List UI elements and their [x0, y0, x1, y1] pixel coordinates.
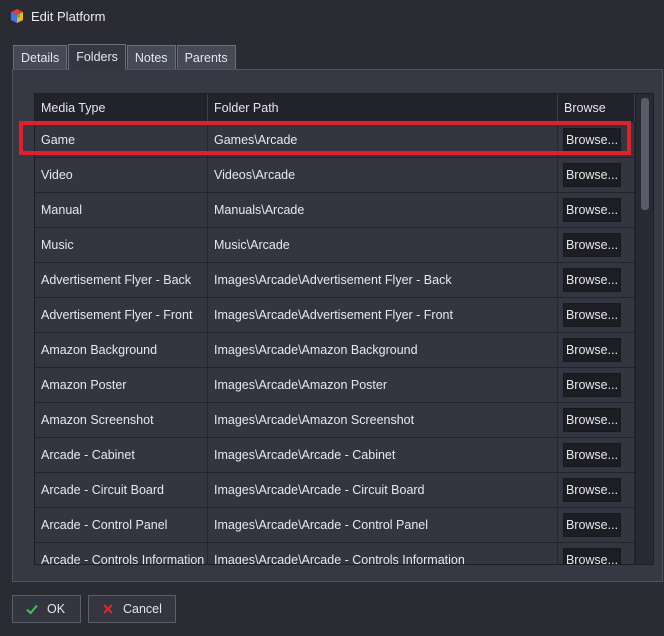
media-type-cell[interactable]: Manual [35, 193, 208, 227]
window-title: Edit Platform [31, 9, 106, 24]
media-type-cell[interactable]: Amazon Background [35, 333, 208, 367]
media-type-cell[interactable]: Amazon Poster [35, 368, 208, 402]
folder-path-cell[interactable]: Images\Arcade\Arcade - Cabinet [208, 438, 558, 472]
browse-button[interactable]: Browse... [563, 303, 621, 327]
table-row[interactable]: Arcade - Circuit Board Images\Arcade\Arca… [35, 473, 635, 508]
browse-button[interactable]: Browse... [563, 373, 621, 397]
folder-path-cell[interactable]: Games\Arcade [208, 123, 558, 157]
browse-cell: Browse... [558, 543, 635, 564]
launchbox-cube-icon [11, 9, 23, 23]
browse-button[interactable]: Browse... [563, 128, 621, 152]
tab-details[interactable]: Details [13, 45, 68, 70]
media-type-cell[interactable]: Music [35, 228, 208, 262]
media-type-cell[interactable]: Arcade - Controls Information [35, 543, 208, 564]
table-row[interactable]: Amazon Poster Images\Arcade\Amazon Poster… [35, 368, 635, 403]
table-row[interactable]: Music Music\Arcade Browse... [35, 228, 635, 263]
scrollbar-thumb[interactable] [641, 98, 649, 210]
tab-notes[interactable]: Notes [126, 45, 176, 70]
browse-cell: Browse... [558, 263, 635, 297]
media-type-cell[interactable]: Game [35, 123, 208, 157]
browse-button[interactable]: Browse... [563, 548, 621, 564]
table-row[interactable]: Amazon Screenshot Images\Arcade\Amazon Sc… [35, 403, 635, 438]
table-row[interactable]: Video Videos\Arcade Browse... [35, 158, 635, 193]
folder-path-cell[interactable]: Images\Arcade\Arcade - Control Panel [208, 508, 558, 542]
header-folder-path[interactable]: Folder Path [208, 94, 558, 122]
browse-button[interactable]: Browse... [563, 268, 621, 292]
browse-cell: Browse... [558, 508, 635, 542]
table-row[interactable]: Game Games\Arcade Browse... [35, 123, 635, 158]
folder-path-cell[interactable]: Images\Arcade\Amazon Poster [208, 368, 558, 402]
table-row[interactable]: Amazon Background Images\Arcade\Amazon Ba… [35, 333, 635, 368]
table-row[interactable]: Advertisement Flyer - Front Images\Arcade… [35, 298, 635, 333]
ok-label: OK [47, 602, 66, 616]
media-type-cell[interactable]: Arcade - Circuit Board [35, 473, 208, 507]
table-row[interactable]: Advertisement Flyer - Back Images\Arcade\… [35, 263, 635, 298]
browse-button[interactable]: Browse... [563, 408, 621, 432]
table-row[interactable]: Arcade - Cabinet Images\Arcade\Arcade - C… [35, 438, 635, 473]
browse-button[interactable]: Browse... [563, 478, 621, 502]
browse-cell: Browse... [558, 333, 635, 367]
table-row[interactable]: Arcade - Control Panel Images\Arcade\Arca… [35, 508, 635, 543]
browse-button[interactable]: Browse... [563, 513, 621, 537]
folder-path-cell[interactable]: Images\Arcade\Advertisement Flyer - Back [208, 263, 558, 297]
browse-cell: Browse... [558, 473, 635, 507]
media-type-cell[interactable]: Advertisement Flyer - Front [35, 298, 208, 332]
header-media-type[interactable]: Media Type [35, 94, 208, 122]
media-type-cell[interactable]: Advertisement Flyer - Back [35, 263, 208, 297]
browse-button[interactable]: Browse... [563, 163, 621, 187]
checkmark-icon [26, 604, 38, 615]
folder-path-cell[interactable]: Manuals\Arcade [208, 193, 558, 227]
folders-panel: Media Type Folder Path Browse Game Games\… [12, 69, 663, 582]
tab-folders[interactable]: Folders [68, 44, 126, 70]
browse-cell: Browse... [558, 193, 635, 227]
browse-cell: Browse... [558, 438, 635, 472]
folder-path-cell[interactable]: Images\Arcade\Arcade - Controls Informat… [208, 543, 558, 564]
media-type-cell[interactable]: Arcade - Cabinet [35, 438, 208, 472]
folder-path-cell[interactable]: Music\Arcade [208, 228, 558, 262]
media-type-cell[interactable]: Arcade - Control Panel [35, 508, 208, 542]
folder-path-cell[interactable]: Images\Arcade\Advertisement Flyer - Fron… [208, 298, 558, 332]
media-type-cell[interactable]: Video [35, 158, 208, 192]
browse-button[interactable]: Browse... [563, 233, 621, 257]
tab-parents[interactable]: Parents [176, 45, 236, 70]
folder-path-cell[interactable]: Images\Arcade\Amazon Screenshot [208, 403, 558, 437]
tab-bar: Details Folders Notes Parents [13, 44, 237, 70]
browse-button[interactable]: Browse... [563, 198, 621, 222]
ok-button[interactable]: OK [12, 595, 81, 623]
vertical-scrollbar[interactable] [635, 94, 653, 564]
cancel-button[interactable]: Cancel [88, 595, 176, 623]
browse-button[interactable]: Browse... [563, 338, 621, 362]
folder-path-cell[interactable]: Videos\Arcade [208, 158, 558, 192]
browse-cell: Browse... [558, 228, 635, 262]
grid-rows: Game Games\Arcade Browse... Video Videos\Arc… [35, 123, 635, 564]
table-row[interactable]: Manual Manuals\Arcade Browse... [35, 193, 635, 228]
table-row[interactable]: Arcade - Controls Information Images\Arca… [35, 543, 635, 564]
browse-button[interactable]: Browse... [563, 443, 621, 467]
x-icon [103, 604, 113, 614]
title-bar: Edit Platform [0, 0, 664, 34]
cancel-label: Cancel [123, 602, 162, 616]
folder-path-cell[interactable]: Images\Arcade\Amazon Background [208, 333, 558, 367]
browse-cell: Browse... [558, 123, 635, 157]
browse-cell: Browse... [558, 298, 635, 332]
folder-path-cell[interactable]: Images\Arcade\Arcade - Circuit Board [208, 473, 558, 507]
browse-cell: Browse... [558, 403, 635, 437]
folders-grid: Media Type Folder Path Browse Game Games\… [34, 93, 654, 565]
media-type-cell[interactable]: Amazon Screenshot [35, 403, 208, 437]
grid-header: Media Type Folder Path Browse [35, 94, 635, 122]
browse-cell: Browse... [558, 158, 635, 192]
browse-cell: Browse... [558, 368, 635, 402]
header-browse[interactable]: Browse [558, 94, 635, 122]
